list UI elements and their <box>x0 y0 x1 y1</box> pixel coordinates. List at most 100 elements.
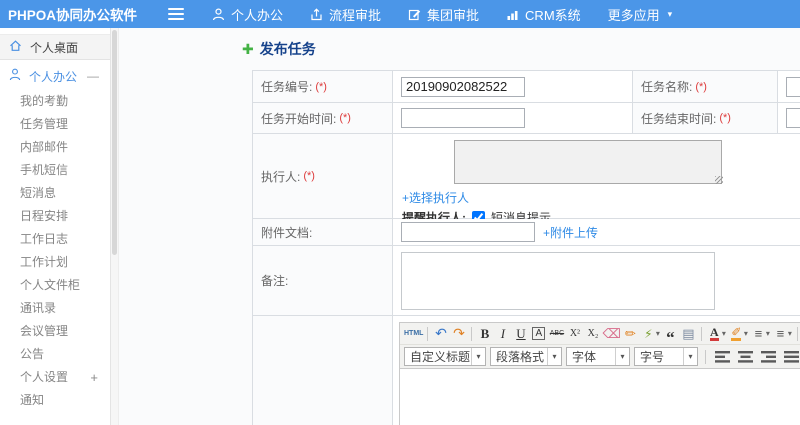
required-marker: (*) <box>315 80 327 93</box>
caret-down-icon[interactable]: ▾ <box>766 329 770 338</box>
redo-button[interactable]: ↷ <box>450 325 467 342</box>
subscript-button[interactable]: X₂ <box>584 325 601 342</box>
task-name-cell <box>778 71 800 103</box>
caret-down-icon[interactable]: ▾ <box>744 329 748 338</box>
nav-personal-office[interactable]: 个人办公 <box>212 5 283 24</box>
unordered-list-button[interactable]: ≡ <box>772 325 789 342</box>
sidebar-item-internal-mail[interactable]: 内部邮件 <box>0 136 110 159</box>
align-left-button[interactable] <box>713 348 732 365</box>
superscript-button[interactable]: X² <box>566 325 583 342</box>
sidebar-item-contacts[interactable]: 通讯录 <box>0 297 110 320</box>
font-color-button[interactable]: A <box>710 326 719 341</box>
page-title: 发布任务 <box>259 41 316 57</box>
source-code-button[interactable]: HTML <box>404 325 423 342</box>
font-family-select[interactable]: 字体 ▾ <box>566 347 630 366</box>
editor-toolbar: HTML ↶ ↷ B I U A ABC X² X₂ ⌫ ✏ ⚡ ▾ “ ▤ A… <box>399 322 800 369</box>
main-layout: 个人桌面 个人办公 — 我的考勤 任务管理 内部邮件 手机短信 短消息 日程安排… <box>0 28 800 425</box>
bar-chart-icon <box>506 8 519 21</box>
font-style-button[interactable]: A <box>532 327 546 340</box>
sidebar-item-attendance[interactable]: 我的考勤 <box>0 90 110 113</box>
required-marker: (*) <box>695 80 707 93</box>
bold-button[interactable]: B <box>476 325 493 342</box>
sidebar-item-work-plan[interactable]: 工作计划 <box>0 251 110 274</box>
start-time-input[interactable] <box>401 108 525 128</box>
executor-textarea[interactable] <box>454 140 722 184</box>
required-marker: (*) <box>339 112 351 124</box>
menu-icon[interactable] <box>168 8 184 20</box>
task-no-input[interactable] <box>401 76 525 97</box>
blockquote-button[interactable]: “ <box>662 325 679 346</box>
remove-format-button[interactable]: ⌫ <box>602 325 620 342</box>
end-time-cell <box>778 103 800 134</box>
sidebar-scrollbar[interactable] <box>111 28 119 425</box>
task-name-input[interactable] <box>786 76 800 97</box>
nav-group-approval[interactable]: 集团审批 <box>408 5 479 24</box>
publish-task-form: 任务编号:(*) 任务名称:(*) 任务开始时间:(*) 任务结束时间:(*) <box>252 70 800 425</box>
format-painter-button[interactable]: ✏ <box>622 325 639 342</box>
collapse-icon[interactable]: — <box>87 69 99 83</box>
paste-button[interactable]: ▤ <box>680 325 697 342</box>
start-time-cell <box>393 103 633 134</box>
caret-down-icon[interactable]: ▾ <box>722 329 726 338</box>
align-justify-icon <box>784 350 799 363</box>
scrollbar-thumb[interactable] <box>112 30 117 255</box>
separator <box>796 326 798 341</box>
sidebar-item-short-message[interactable]: 短消息 <box>0 182 110 205</box>
attachment-input[interactable] <box>401 222 535 242</box>
editor-toolbar-row1: HTML ↶ ↷ B I U A ABC X² X₂ ⌫ ✏ ⚡ ▾ “ ▤ A… <box>400 323 800 346</box>
sidebar-item-task-management[interactable]: 任务管理 <box>0 113 110 136</box>
sidebar-item-notice[interactable]: 通知 <box>0 389 110 412</box>
end-time-label: 任务结束时间: (*) <box>633 103 778 134</box>
nav-crm[interactable]: CRM系统 <box>506 5 581 24</box>
undo-button[interactable]: ↶ <box>432 325 449 342</box>
sidebar-item-schedule[interactable]: 日程安排 <box>0 205 110 228</box>
home-icon <box>9 39 22 55</box>
underline-button[interactable]: U <box>512 325 529 342</box>
highlight-button[interactable]: ✐ <box>731 326 742 341</box>
executor-cell: +选择执行人 提醒执行人: 短消息提示 <box>393 134 800 225</box>
quick-format-button[interactable]: ⚡ <box>640 325 657 342</box>
strikethrough-button[interactable]: ABC <box>548 325 565 342</box>
caret-down-icon[interactable]: ▾ <box>547 348 561 365</box>
caret-down-icon[interactable]: ▾ <box>471 348 485 365</box>
person-icon <box>212 7 225 21</box>
sidebar-item-meeting[interactable]: 会议管理 <box>0 320 110 343</box>
editor-content-area[interactable] <box>399 369 800 425</box>
caret-down-icon[interactable]: ▾ <box>656 329 660 338</box>
remark-textarea[interactable] <box>401 252 715 310</box>
attachment-label: 附件文档: <box>253 219 393 246</box>
nav-more-apps[interactable]: 更多应用 ▾ <box>608 5 673 24</box>
sidebar-item-personal-settings[interactable]: 个人设置 + <box>0 366 110 389</box>
caret-down-icon[interactable]: ▾ <box>615 348 629 365</box>
attachment-upload-link[interactable]: +附件上传 <box>543 224 598 241</box>
font-size-select[interactable]: 字号 ▾ <box>634 347 698 366</box>
italic-button[interactable]: I <box>494 325 511 342</box>
caret-down-icon[interactable]: ▾ <box>788 329 792 338</box>
select-executor-link[interactable]: +选择执行人 <box>402 189 469 206</box>
sidebar-item-desktop[interactable]: 个人桌面 <box>0 34 110 60</box>
align-center-button[interactable] <box>736 348 755 365</box>
executor-label: 执行人: (*) <box>253 134 393 219</box>
task-name-label: 任务名称: (*) <box>633 71 778 103</box>
align-right-button[interactable] <box>759 348 778 365</box>
align-right-icon <box>761 350 776 363</box>
caret-down-icon[interactable]: ▾ <box>683 348 697 365</box>
ordered-list-button[interactable]: ≡ <box>750 325 767 342</box>
custom-heading-select[interactable]: 自定义标题 ▾ <box>404 347 486 366</box>
expand-icon[interactable]: + <box>90 366 98 389</box>
sidebar-item-sms[interactable]: 手机短信 <box>0 159 110 182</box>
editor-toolbar-row2: 自定义标题 ▾ 段落格式 ▾ 字体 ▾ 字号 ▾ <box>400 345 800 368</box>
top-navigation-bar: PHPOA协同办公软件 个人办公 流程审批 集团审批 CRM系统 更多应用 ▾ <box>0 0 800 28</box>
sidebar-group-personal-office[interactable]: 个人办公 — <box>0 62 110 90</box>
separator <box>427 326 429 341</box>
caret-down-icon: ▾ <box>667 8 673 19</box>
editor-cell: HTML ↶ ↷ B I U A ABC X² X₂ ⌫ ✏ ⚡ ▾ “ ▤ A… <box>393 316 800 425</box>
end-time-input[interactable] <box>786 108 800 128</box>
nav-workflow-approval[interactable]: 流程审批 <box>310 5 381 24</box>
sidebar-item-work-log[interactable]: 工作日志 <box>0 228 110 251</box>
resize-grip-icon[interactable] <box>715 176 723 184</box>
sidebar-item-announcement[interactable]: 公告 <box>0 343 110 366</box>
sidebar-item-file-cabinet[interactable]: 个人文件柜 <box>0 274 110 297</box>
align-justify-button[interactable] <box>782 348 800 365</box>
paragraph-format-select[interactable]: 段落格式 ▾ <box>490 347 562 366</box>
